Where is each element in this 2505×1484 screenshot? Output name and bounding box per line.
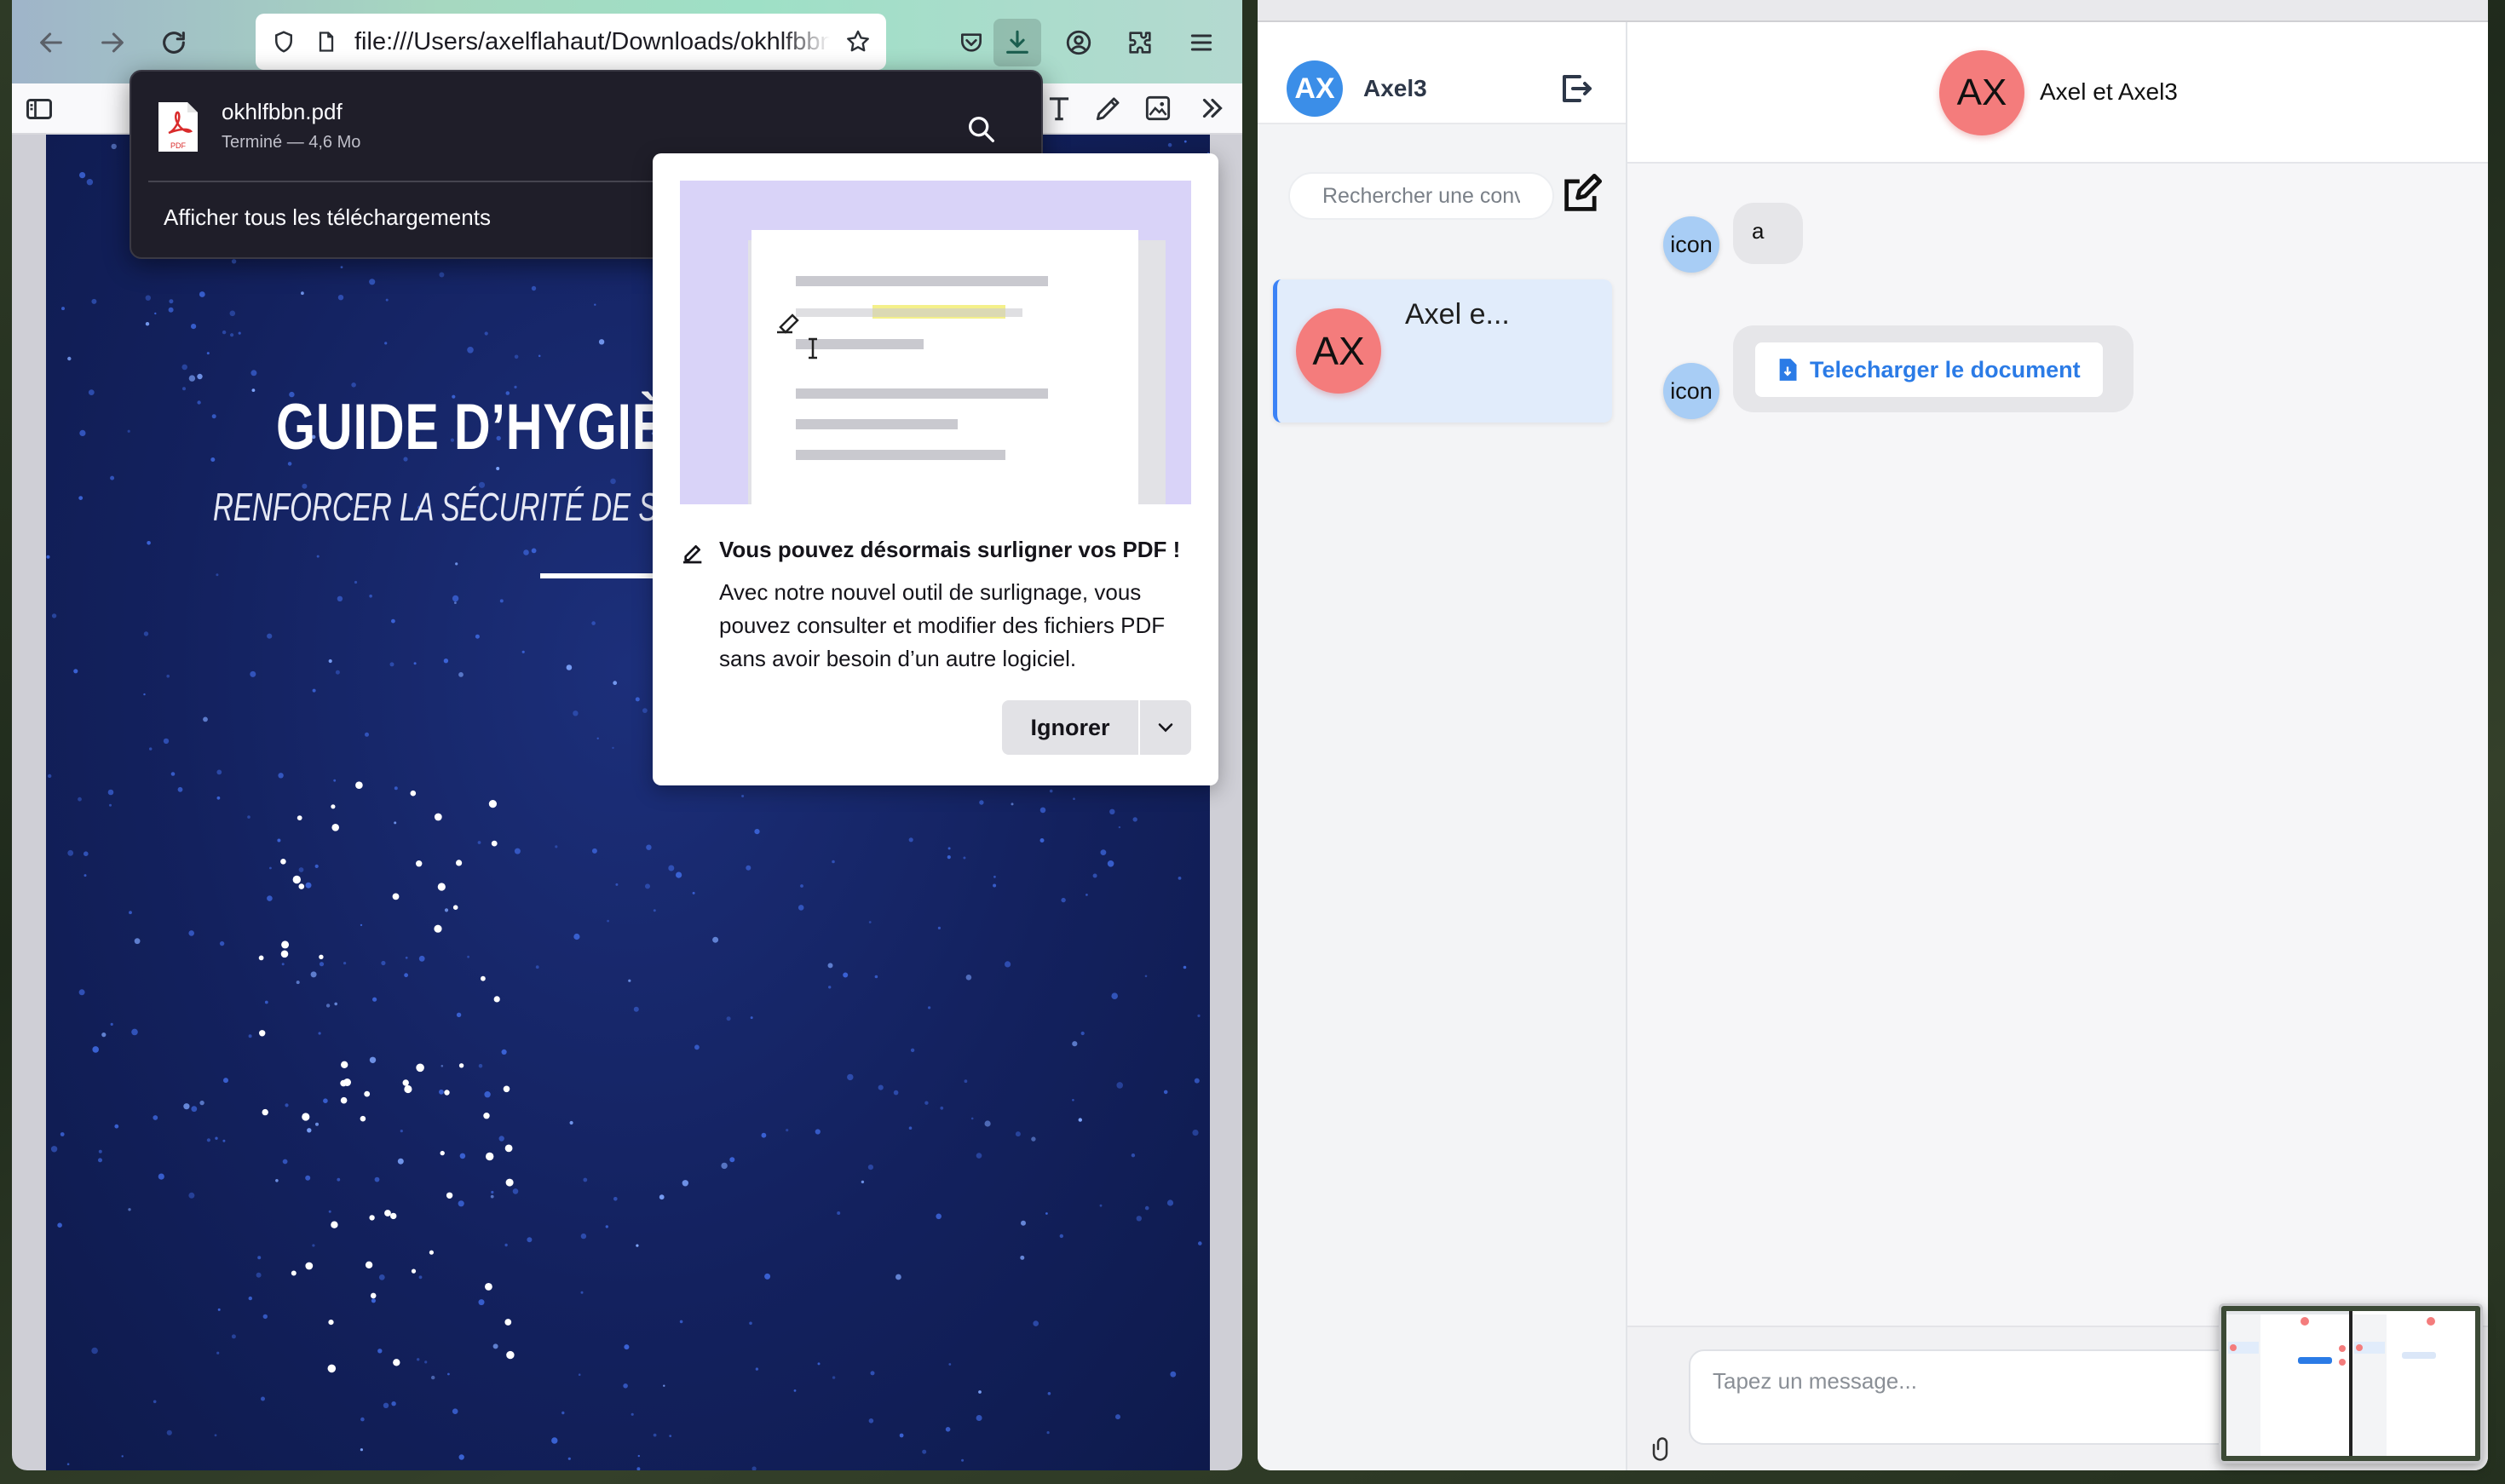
download-document-label: Telecharger le document	[1810, 356, 2081, 383]
more-tools-icon[interactable]	[1196, 92, 1229, 124]
downloads-button[interactable]	[993, 19, 1041, 66]
window-title-bar	[1258, 0, 2488, 22]
conversation-name: Axel e...	[1405, 298, 1510, 331]
callout-illustration	[680, 181, 1191, 504]
draw-tool-icon[interactable]	[1092, 92, 1125, 124]
download-status: Terminé — 4,6 Mo	[222, 133, 361, 152]
pocket-button[interactable]	[947, 19, 995, 66]
conversation-item[interactable]: AX Axel e...	[1273, 279, 1612, 423]
url-text[interactable]: file:///Users/axelflahaut/Downloads/okhl…	[354, 28, 830, 56]
account-icon	[1066, 30, 1091, 55]
download-file-name: okhlfbbn.pdf	[222, 99, 343, 124]
chat-main-panel: AX Axel et Axel3 icon a icon Telecharger…	[1627, 22, 2488, 1470]
chat-header-title: Axel et Axel3	[2040, 78, 2178, 105]
account-button[interactable]	[1055, 19, 1103, 66]
highlighter-icon	[683, 545, 702, 564]
back-arrow-icon	[40, 32, 62, 53]
ignore-options-button[interactable]	[1140, 700, 1191, 755]
download-document-button[interactable]: Telecharger le document	[1755, 342, 2103, 397]
extensions-button[interactable]	[1116, 19, 1164, 66]
callout-body: Avec notre nouvel outil de surlignage, v…	[719, 579, 1166, 671]
text-tool-icon[interactable]	[1043, 92, 1075, 124]
new-conversation-icon[interactable]	[1559, 172, 1604, 216]
message-bubble: a	[1733, 203, 1803, 264]
message-input-box[interactable]	[1689, 1349, 2285, 1445]
screenshot-thumbnail[interactable]	[2219, 1303, 2483, 1464]
pdf-file-icon: PDF	[158, 102, 198, 152]
current-user-name: Axel3	[1363, 75, 1427, 101]
message-text: a	[1752, 218, 1765, 244]
conversation-search-input[interactable]	[1322, 183, 1520, 209]
conversation-search[interactable]	[1288, 172, 1554, 220]
screenshot-preview-image	[2221, 1306, 2480, 1461]
ignore-button[interactable]: Ignorer	[1002, 700, 1138, 755]
chevron-down-icon	[1158, 723, 1173, 733]
conversation-avatar: AX	[1296, 308, 1381, 394]
menu-button[interactable]	[1178, 19, 1225, 66]
show-in-folder-icon[interactable]	[965, 112, 999, 147]
callout-title: Vous pouvez désormais surligner vos PDF …	[719, 537, 1181, 562]
show-all-downloads-link[interactable]: Afficher tous les téléchargements	[164, 204, 491, 231]
message-bubble: Telecharger le document	[1733, 325, 2134, 412]
message-sender-avatar: icon	[1663, 216, 1719, 273]
highlight-illustration	[680, 181, 1191, 504]
message-input[interactable]	[1713, 1368, 2261, 1426]
sidebar-toggle-icon[interactable]	[24, 94, 55, 124]
reload-button[interactable]	[153, 22, 194, 63]
shield-icon[interactable]	[269, 27, 298, 56]
pocket-icon	[961, 33, 982, 52]
message-sender-avatar: icon	[1663, 363, 1719, 419]
user-avatar: AX	[1287, 60, 1343, 117]
chat-header: AX Axel et Axel3	[1627, 22, 2488, 164]
chat-app-window: AX Axel3 AX Axel e... AX Axel et Axel3 i…	[1258, 0, 2488, 1470]
forward-arrow-icon	[101, 32, 124, 53]
sidebar-header: AX Axel3	[1258, 22, 1626, 124]
highlight-feature-callout: Vous pouvez désormais surligner vos PDF …	[653, 153, 1218, 785]
document-icon	[1779, 359, 1797, 381]
conversation-sidebar: AX Axel3 AX Axel e...	[1258, 22, 1627, 1470]
hamburger-menu-icon	[1190, 34, 1212, 51]
bookmark-star-icon[interactable]	[844, 27, 872, 56]
logout-icon[interactable]	[1556, 68, 1597, 109]
paperclip-icon[interactable]	[1650, 1436, 1675, 1462]
download-icon	[1006, 30, 1028, 54]
page-icon[interactable]	[312, 27, 341, 56]
reload-icon	[163, 32, 185, 54]
chat-header-avatar: AX	[1939, 50, 2024, 135]
puzzle-icon	[1129, 32, 1151, 54]
forward-button[interactable]	[92, 22, 133, 63]
svg-text:PDF: PDF	[170, 141, 187, 150]
url-bar[interactable]: file:///Users/axelflahaut/Downloads/okhl…	[256, 14, 886, 70]
back-button[interactable]	[31, 22, 72, 63]
image-tool-icon[interactable]	[1142, 92, 1174, 124]
